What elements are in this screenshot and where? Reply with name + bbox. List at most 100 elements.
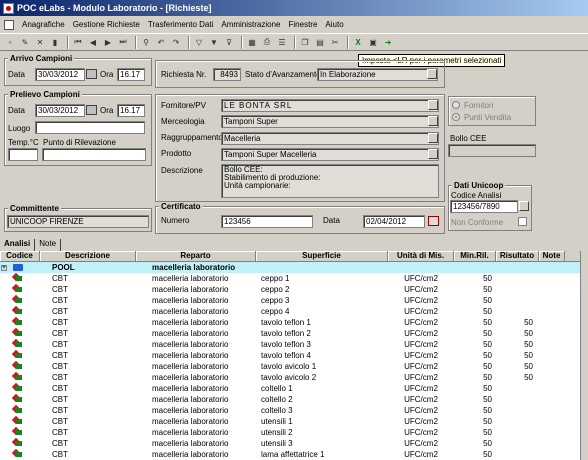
col-superficie[interactable]: Superficie [256, 251, 388, 261]
col-reparto[interactable]: Reparto [136, 251, 256, 261]
table-row[interactable]: CBT macelleria laboratorio tavolo teflon 1… [0, 317, 588, 328]
pool-row[interactable]: + POOL macelleria laboratorio [0, 262, 588, 273]
document-icon[interactable] [4, 19, 14, 30]
trash-icon[interactable]: ▮ [49, 36, 61, 48]
cell-reparto: macelleria laboratorio [152, 395, 229, 404]
codice-analisi-field[interactable]: 123456/7890 [450, 200, 518, 213]
punti-vendita-radio[interactable] [452, 113, 460, 121]
menu-aiuto[interactable]: Aiuto [325, 20, 343, 29]
table-row[interactable]: CBT macelleria laboratorio ceppo 1 UFC/cm2 5… [0, 273, 588, 284]
prev-icon[interactable]: ◀ [87, 36, 99, 48]
certificato-data-field[interactable]: 02/04/2012 [363, 215, 425, 228]
col-codice[interactable]: Codice [0, 251, 40, 261]
filter-remove-icon[interactable]: ⊽ [223, 36, 235, 48]
table-row[interactable]: CBT macelleria laboratorio lama affettatri… [0, 449, 588, 460]
certificato-numero-field[interactable]: 123456 [221, 215, 313, 228]
cut-icon[interactable]: ✂ [329, 36, 341, 48]
temp-field[interactable] [8, 148, 38, 161]
cell-min-ril: 50 [483, 296, 492, 305]
col-note[interactable]: Note [539, 251, 565, 261]
edit-icon[interactable]: ✎ [19, 36, 31, 48]
new-icon[interactable]: ▫ [4, 36, 16, 48]
table-row[interactable]: CBT macelleria laboratorio tavolo avicolo … [0, 361, 588, 372]
col-descrizione[interactable]: Descrizione [40, 251, 136, 261]
export-icon[interactable]: ➔ [382, 36, 394, 48]
last-icon[interactable]: ⏭ [117, 36, 129, 48]
table-row[interactable]: CBT macelleria laboratorio ceppo 4 UFC/cm2 5… [0, 306, 588, 317]
cell-min-ril: 50 [483, 384, 492, 393]
analysis-icon [0, 361, 40, 372]
grid-icon[interactable]: ▦ [246, 36, 258, 48]
cell-descrizione: CBT [52, 439, 68, 448]
analysis-icon [12, 350, 22, 359]
filter-clear-icon[interactable]: ▼ [208, 36, 220, 48]
prelievo-data-field[interactable]: 30/03/2012 [35, 104, 85, 117]
menu-gestione-richieste[interactable]: Gestione Richieste [73, 20, 140, 29]
window-title: POC eLabs - Modulo Laboratorio - [Richie… [17, 3, 212, 13]
cell-superficie: utensili 2 [261, 428, 293, 437]
codice-analisi-button[interactable] [519, 201, 529, 211]
list-icon[interactable]: ☰ [276, 36, 288, 48]
print-icon[interactable]: ⎙ [261, 36, 273, 48]
prelievo-calendar-icon[interactable] [86, 105, 97, 115]
prelievo-campioni-title: Prelievo Campioni [8, 90, 82, 99]
col-risultato[interactable]: Risultato [496, 251, 539, 261]
fornitori-radio[interactable] [452, 101, 460, 109]
pool-descrizione: POOL [52, 263, 75, 272]
vertical-scrollbar[interactable] [580, 251, 588, 460]
cell-min-ril: 50 [483, 274, 492, 283]
menu-amministrazione[interactable]: Amministrazione [221, 20, 280, 29]
table-row[interactable]: CBT macelleria laboratorio coltello 1 UFC/c… [0, 383, 588, 394]
tab-analisi[interactable]: Analisi [0, 239, 36, 251]
tab-note[interactable]: Note [35, 239, 62, 251]
excel-icon[interactable]: X [352, 36, 364, 48]
punto-rilevazione-field[interactable] [42, 148, 146, 161]
copy-icon[interactable]: ❐ [299, 36, 311, 48]
prodotto-button[interactable] [428, 149, 438, 159]
col-min-ril[interactable]: Min.Ril. [454, 251, 496, 261]
table-row[interactable]: CBT macelleria laboratorio ceppo 3 UFC/cm2 5… [0, 295, 588, 306]
find-icon[interactable]: ⚲ [140, 36, 152, 48]
descrizione-field[interactable]: Bollo CEE: Stabilimento di produzione: U… [221, 164, 439, 198]
arrivo-data-field[interactable]: 30/03/2012 [35, 68, 85, 81]
analysis-icon [12, 405, 22, 414]
bollo-cee-field[interactable] [448, 144, 536, 157]
table-row[interactable]: CBT macelleria laboratorio coltello 2 UFC/c… [0, 394, 588, 405]
filter-icon[interactable]: ▽ [193, 36, 205, 48]
raggruppamento-button[interactable] [428, 133, 438, 143]
cell-reparto: macelleria laboratorio [152, 362, 229, 371]
table-body: CBT macelleria laboratorio ceppo 1 UFC/cm2 5… [0, 273, 588, 460]
menu-trasferimento-dati[interactable]: Trasferimento Dati [148, 20, 214, 29]
menu-finestre[interactable]: Finestre [289, 20, 318, 29]
certificato-calendar-icon[interactable] [428, 216, 439, 226]
redo-icon[interactable]: ↷ [170, 36, 182, 48]
expand-icon[interactable]: + [1, 264, 7, 271]
undo-icon[interactable]: ↶ [155, 36, 167, 48]
print-preview-icon[interactable]: ▣ [367, 36, 379, 48]
fornitore-button[interactable] [428, 100, 438, 110]
table-row[interactable]: CBT macelleria laboratorio tavolo avicolo … [0, 372, 588, 383]
luogo-field[interactable] [35, 121, 145, 134]
non-conforme-checkbox[interactable] [518, 217, 527, 226]
col-unita[interactable]: Unità di Mis. [388, 251, 454, 261]
table-row[interactable]: CBT macelleria laboratorio utensili 3 UFC/c… [0, 438, 588, 449]
first-icon[interactable]: ⏮ [72, 36, 84, 48]
next-icon[interactable]: ▶ [102, 36, 114, 48]
merceologia-button[interactable] [428, 116, 438, 126]
arrivo-calendar-icon[interactable] [86, 69, 97, 79]
table-row[interactable]: CBT macelleria laboratorio utensili 2 UFC/c… [0, 427, 588, 438]
stato-button[interactable] [427, 69, 437, 79]
delete-icon[interactable]: ✕ [34, 36, 46, 48]
table-row[interactable]: CBT macelleria laboratorio coltello 3 UFC/c… [0, 405, 588, 416]
descrizione-line: Unità campionarie: [224, 181, 291, 190]
table-row[interactable]: CBT macelleria laboratorio tavolo teflon 2… [0, 328, 588, 339]
menu-anagrafiche[interactable]: Anagrafiche [22, 20, 65, 29]
paste-icon[interactable]: ▤ [314, 36, 326, 48]
table-row[interactable]: CBT macelleria laboratorio tavolo teflon 3… [0, 339, 588, 350]
prelievo-ora-field[interactable]: 16.17 [117, 104, 145, 117]
table-row[interactable]: CBT macelleria laboratorio tavolo teflon 4… [0, 350, 588, 361]
table-row[interactable]: CBT macelleria laboratorio ceppo 2 UFC/cm2 5… [0, 284, 588, 295]
table-row[interactable]: CBT macelleria laboratorio utensili 1 UFC/c… [0, 416, 588, 427]
toolbar-separator [135, 35, 137, 49]
arrivo-ora-field[interactable]: 16.17 [117, 68, 145, 81]
